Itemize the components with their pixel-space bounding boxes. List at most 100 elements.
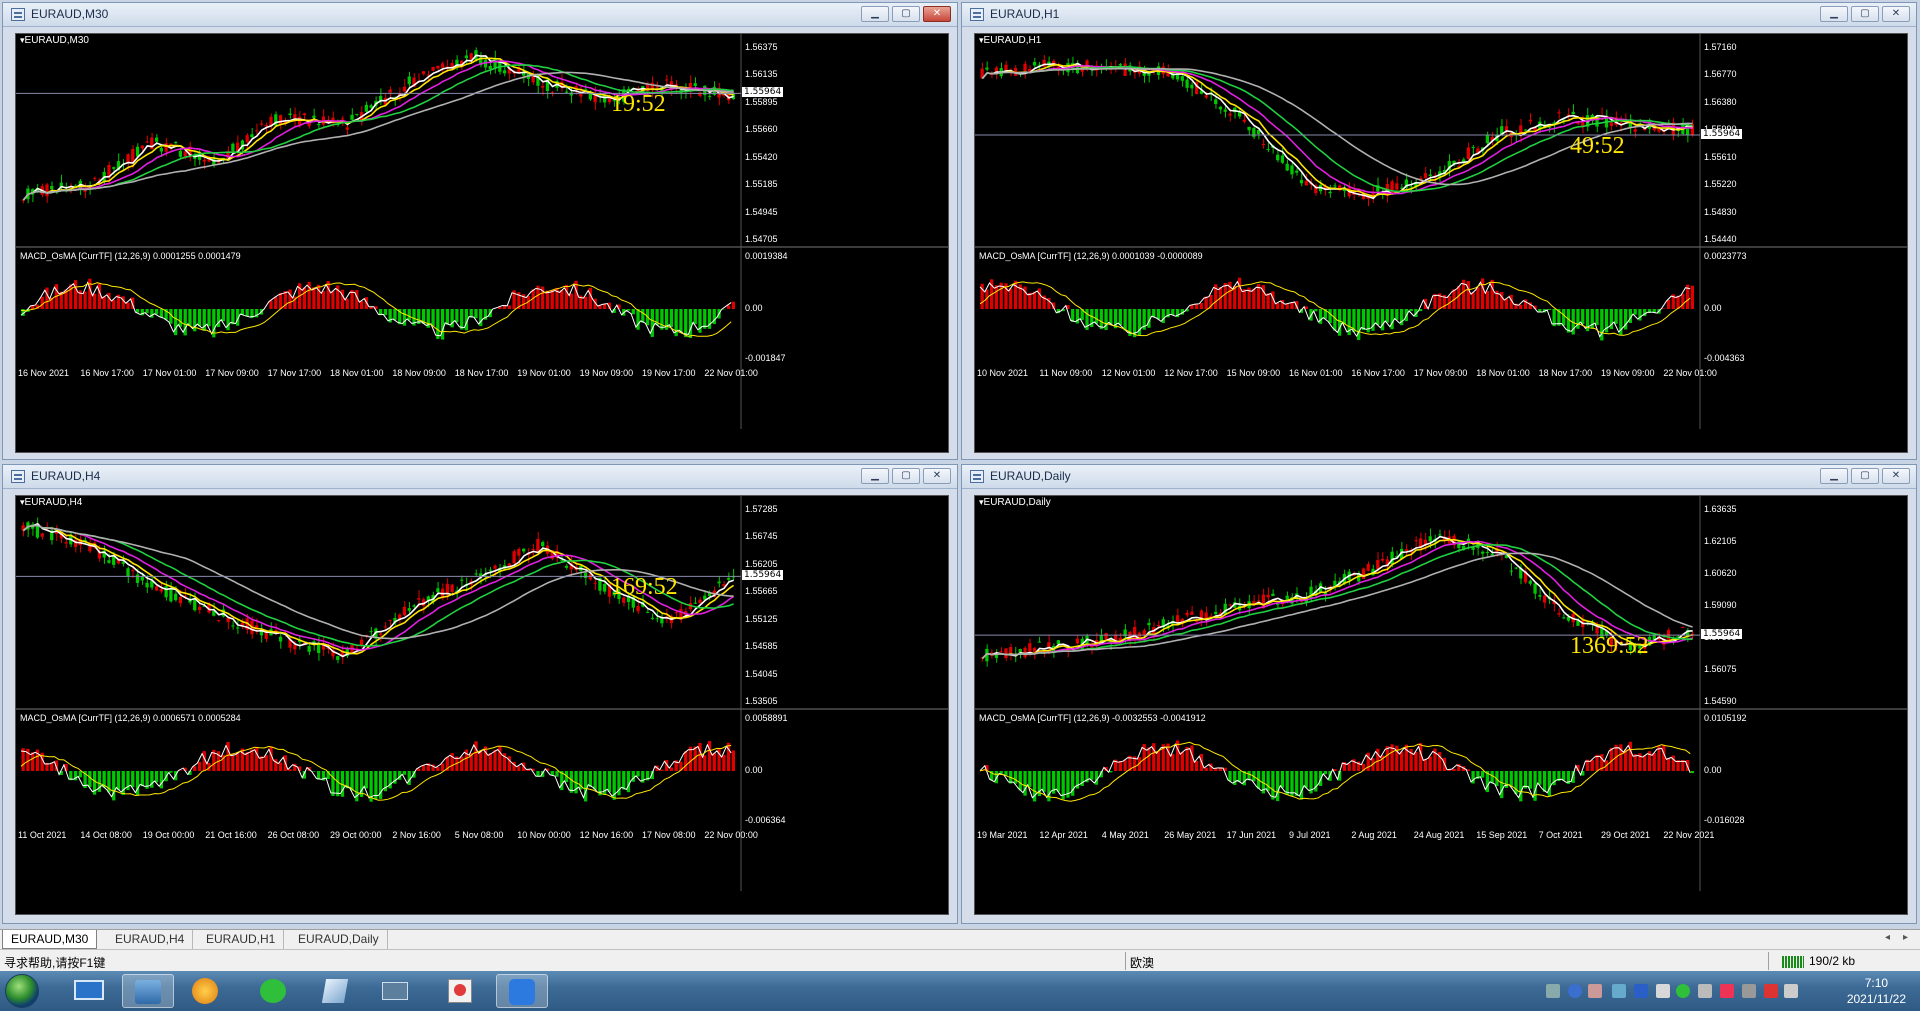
macd-histogram-bar xyxy=(407,771,411,785)
network-icon[interactable] xyxy=(1742,984,1756,998)
candle-body xyxy=(674,612,678,614)
taskbar-app-icon[interactable] xyxy=(370,974,422,1008)
tray-settings-icon[interactable] xyxy=(1588,984,1602,998)
taskbar-desktop-icon[interactable] xyxy=(64,974,116,1008)
macd-histogram-bar xyxy=(569,771,573,793)
taskbar-trader-icon[interactable] xyxy=(122,974,174,1008)
tab-euraud-h4[interactable]: EURAUD,H4 xyxy=(107,930,194,949)
candle-body xyxy=(1361,568,1366,579)
candle-body xyxy=(1180,76,1184,81)
candle-body xyxy=(1681,626,1685,628)
candle-body xyxy=(1490,553,1494,556)
language-icon[interactable] xyxy=(1784,984,1798,998)
tab-euraud-daily[interactable]: EURAUD,Daily xyxy=(290,930,388,949)
taskbar-wechat-icon[interactable] xyxy=(248,974,300,1008)
candle-body xyxy=(1295,170,1299,173)
macd-histogram-bar xyxy=(302,287,306,309)
maximize-button[interactable]: ▢ xyxy=(1851,6,1879,22)
chart-symbol-label: EURAUD,H1 xyxy=(979,35,1042,46)
chart-panel[interactable]: EURAUD,M3019:521.563751.561351.558951.55… xyxy=(15,33,949,453)
taskbar-notes-icon[interactable] xyxy=(496,974,548,1008)
maximize-button[interactable]: ▢ xyxy=(1851,468,1879,484)
tray-volume-icon[interactable] xyxy=(1698,984,1712,998)
bar-countdown: 1369:52 xyxy=(1570,633,1649,660)
candle-body xyxy=(178,597,183,604)
tab-scroll-left-icon[interactable]: ◂ xyxy=(1885,932,1890,943)
macd-histogram-bar xyxy=(1633,754,1637,771)
chart-panel[interactable]: EURAUD,Daily 1369:52 1.63635 1.62105 1.60620… xyxy=(974,495,1908,915)
help-icon[interactable] xyxy=(1568,984,1582,998)
window-titlebar[interactable]: EURAUD,Daily ▁ ▢ ✕ xyxy=(962,465,1916,489)
window-titlebar[interactable]: EURAUD,H1 ▁ ▢ ✕ xyxy=(962,3,1916,27)
tab-euraud-m30[interactable]: EURAUD,M30 xyxy=(2,930,98,949)
tab-euraud-h1[interactable]: EURAUD,H1 xyxy=(198,930,285,949)
minimize-button[interactable]: ▁ xyxy=(1820,6,1848,22)
price-chart-svg[interactable] xyxy=(16,34,949,453)
chart-window-h4[interactable]: EURAUD,H4 ▁▢✕ EURAUD,H4 169:52 1.57285 1.56… xyxy=(2,464,958,924)
minimize-button[interactable]: ▁ xyxy=(1820,468,1848,484)
maximize-button[interactable]: ▢ xyxy=(892,6,920,22)
minimize-button[interactable]: ▁ xyxy=(861,6,889,22)
price-chart-svg[interactable] xyxy=(975,496,1908,915)
moving-average-line xyxy=(22,64,734,201)
macd-histogram-bar xyxy=(1452,768,1456,771)
chart-window-m30[interactable]: EURAUD,M30 ▁▢✕ EURAUD,M30 19:52 1.56375 1.5… xyxy=(2,2,958,460)
window-titlebar[interactable]: EURAUD,M30 ▁ ▢ ✕ xyxy=(3,3,957,27)
candle-body xyxy=(1533,583,1537,594)
candle-body xyxy=(1633,129,1637,132)
macd-histogram-bar xyxy=(1242,289,1246,309)
window-titlebar[interactable]: EURAUD,H4 ▁ ▢ ✕ xyxy=(3,465,957,489)
close-button[interactable]: ✕ xyxy=(1882,6,1910,22)
bluetooth-icon[interactable] xyxy=(1612,984,1626,998)
macd-histogram-bar xyxy=(1280,771,1285,788)
tray-app-icon[interactable] xyxy=(1656,984,1670,998)
taskbar-browser-icon[interactable] xyxy=(180,974,232,1008)
macd-histogram-bar xyxy=(660,309,664,330)
chart-window-h1[interactable]: EURAUD,H1 ▁▢✕ EURAUD,H1 49:52 1.57160 1.567… xyxy=(961,2,1917,460)
candle-body xyxy=(541,542,545,547)
candle-body xyxy=(1118,64,1122,66)
candle-body xyxy=(1185,79,1189,88)
candle-body xyxy=(250,134,254,138)
macd-histogram-bar xyxy=(1490,279,1494,309)
wechat-tray-icon[interactable] xyxy=(1676,984,1690,998)
start-button[interactable] xyxy=(5,974,39,1008)
candle-body xyxy=(412,605,416,607)
macd-histogram-bar xyxy=(455,309,459,323)
taskbar-clock[interactable]: 7:10 2021/11/22 xyxy=(1847,975,1906,1007)
macd-histogram-bar xyxy=(1180,751,1184,771)
chart-symbol-label: EURAUD,Daily xyxy=(979,497,1051,508)
candle-body xyxy=(1214,611,1218,615)
taskbar-paint-icon[interactable] xyxy=(436,974,488,1008)
chart-panel[interactable]: EURAUD,H4169:521.572851.567451.562051.55… xyxy=(15,495,949,915)
minimize-button[interactable]: ▁ xyxy=(861,468,889,484)
close-button[interactable]: ✕ xyxy=(923,468,951,484)
taskbar-notepad-icon[interactable] xyxy=(310,974,362,1008)
macd-histogram-bar xyxy=(440,763,445,771)
close-button[interactable]: ✕ xyxy=(923,6,951,22)
candle-body xyxy=(417,598,421,600)
bar-countdown: 19:52 xyxy=(611,91,666,118)
keyboard-icon[interactable] xyxy=(1546,984,1560,998)
time-axis-label: 18 Nov 17:00 xyxy=(1538,368,1593,378)
moving-average-line xyxy=(981,64,1693,195)
speaker-muted-icon[interactable] xyxy=(1764,984,1778,998)
macd-histogram-bar xyxy=(1299,771,1304,800)
macd-histogram-bar xyxy=(417,768,421,771)
macd-histogram-bar xyxy=(679,309,683,334)
maximize-button[interactable]: ▢ xyxy=(892,468,920,484)
antivirus-icon[interactable] xyxy=(1720,984,1734,998)
candle-body xyxy=(388,619,392,621)
close-button[interactable]: ✕ xyxy=(1882,468,1910,484)
chart-window-daily[interactable]: EURAUD,Daily ▁▢✕ EURAUD,Daily 1369:52 1.63… xyxy=(961,464,1917,924)
time-axis-label: 29 Oct 00:00 xyxy=(330,830,382,840)
price-chart-svg[interactable] xyxy=(975,34,1908,453)
security-icon[interactable] xyxy=(1634,984,1648,998)
macd-histogram-bar xyxy=(994,285,999,309)
price-axis-label: 1.54590 xyxy=(1704,696,1737,706)
price-chart-svg[interactable] xyxy=(16,496,949,915)
candle-body xyxy=(135,574,140,583)
tab-scroll-right-icon[interactable]: ▸ xyxy=(1903,932,1908,943)
candle-body xyxy=(278,115,283,125)
chart-panel[interactable]: EURAUD,H1 49:52 1.57160 1.56770 1.56380 1.559… xyxy=(974,33,1908,453)
